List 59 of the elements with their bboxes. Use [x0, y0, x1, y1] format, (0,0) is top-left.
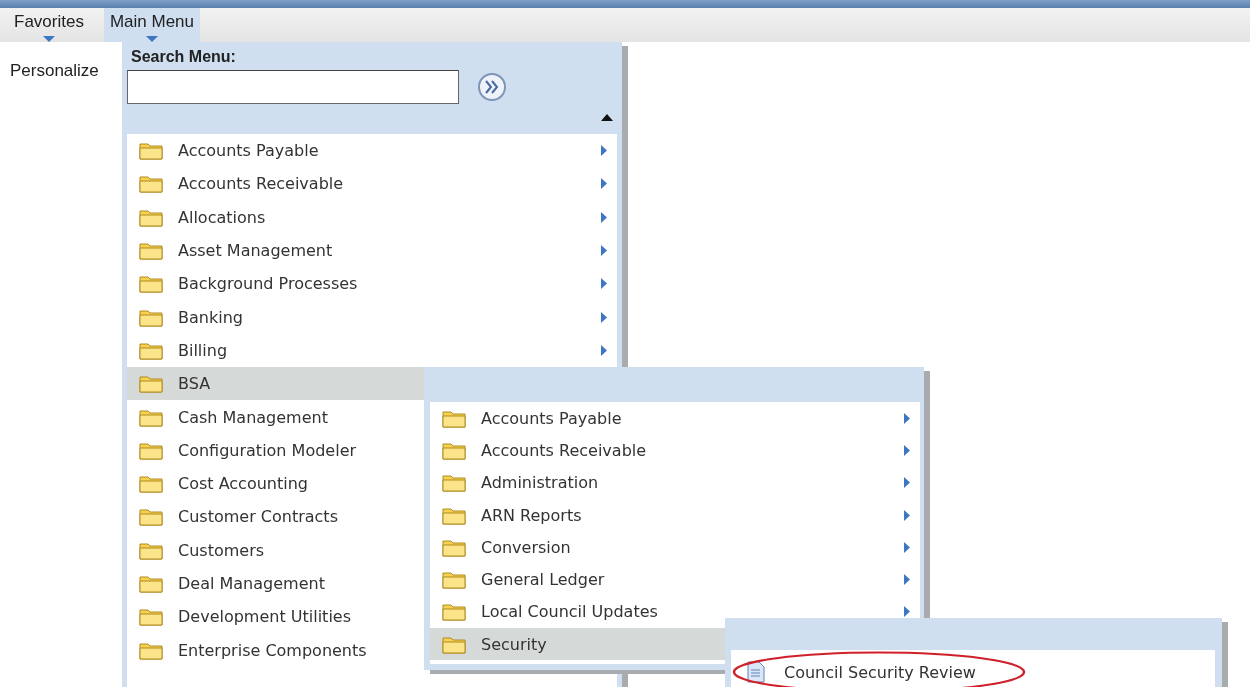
- folder-icon: [139, 574, 163, 593]
- folder-icon: [442, 634, 466, 654]
- menu-item[interactable]: Asset Management: [127, 233, 617, 268]
- folder-icon: [139, 640, 163, 660]
- arrow-right-icon: [904, 541, 910, 553]
- folder-icon: [139, 207, 163, 227]
- nav-menu-tab[interactable]: Favorites: [8, 8, 90, 42]
- menu-item[interactable]: Accounts Payable: [127, 134, 617, 168]
- folder-icon: [139, 174, 163, 194]
- menu-item[interactable]: Administration: [430, 466, 920, 499]
- search-field[interactable]: [127, 70, 459, 104]
- arrow-right-icon: [904, 509, 910, 521]
- folder-icon: [139, 340, 163, 360]
- folder-icon: [442, 440, 466, 460]
- folder-icon: [139, 241, 163, 261]
- menu-item[interactable]: Background Processes: [127, 267, 617, 301]
- arrow-right-icon: [904, 412, 910, 424]
- arrow-right-icon: [601, 344, 607, 356]
- folder-icon: [139, 440, 163, 460]
- menu-item[interactable]: General Ledger: [430, 563, 920, 596]
- menu-item[interactable]: Accounts Receivable: [127, 167, 617, 201]
- folder-icon: [442, 602, 466, 622]
- menu-item[interactable]: Banking: [127, 300, 617, 334]
- arrow-right-icon: [601, 145, 607, 157]
- folder-icon: [442, 408, 466, 428]
- folder-icon: [139, 407, 163, 427]
- arrow-right-icon: [601, 278, 607, 290]
- menu-item[interactable]: Allocations: [127, 200, 617, 234]
- folder-icon: [139, 374, 163, 394]
- go-button[interactable]: [477, 72, 507, 102]
- folder-icon: [139, 507, 163, 527]
- folder-icon: [442, 537, 466, 557]
- folder-icon: [442, 473, 466, 493]
- folder-icon: [442, 505, 466, 525]
- menu-item[interactable]: Accounts Receivable: [430, 434, 920, 467]
- nav-menu-tab[interactable]: Main Menu: [103, 8, 201, 42]
- arrow-right-icon: [904, 477, 910, 489]
- menu-item[interactable]: Accounts Payable: [430, 402, 920, 435]
- page-text: Personalize: [10, 61, 99, 81]
- arrow-right-icon: [904, 606, 910, 618]
- arrow-right-icon: [904, 574, 910, 586]
- caret-icon: [42, 36, 55, 42]
- arrow-right-icon: [601, 311, 607, 323]
- folder-icon: [139, 607, 163, 627]
- folder-icon: [139, 540, 163, 560]
- folder-icon: [139, 274, 163, 294]
- scroll-up-icon[interactable]: [601, 114, 613, 121]
- menu-item[interactable]: Billing: [127, 333, 617, 368]
- menu-item[interactable]: Conversion: [430, 531, 920, 564]
- folder-icon: [139, 474, 163, 494]
- menu-item[interactable]: ARN Reports: [430, 498, 920, 532]
- arrow-right-icon: [601, 245, 607, 257]
- arrow-right-icon: [601, 211, 607, 223]
- arrow-right-icon: [904, 444, 910, 456]
- folder-icon: [442, 570, 466, 590]
- folder-icon: [139, 141, 163, 161]
- folder-icon: [139, 307, 163, 327]
- arrow-right-icon: [601, 178, 607, 190]
- search-label: Search Menu:: [130, 48, 237, 66]
